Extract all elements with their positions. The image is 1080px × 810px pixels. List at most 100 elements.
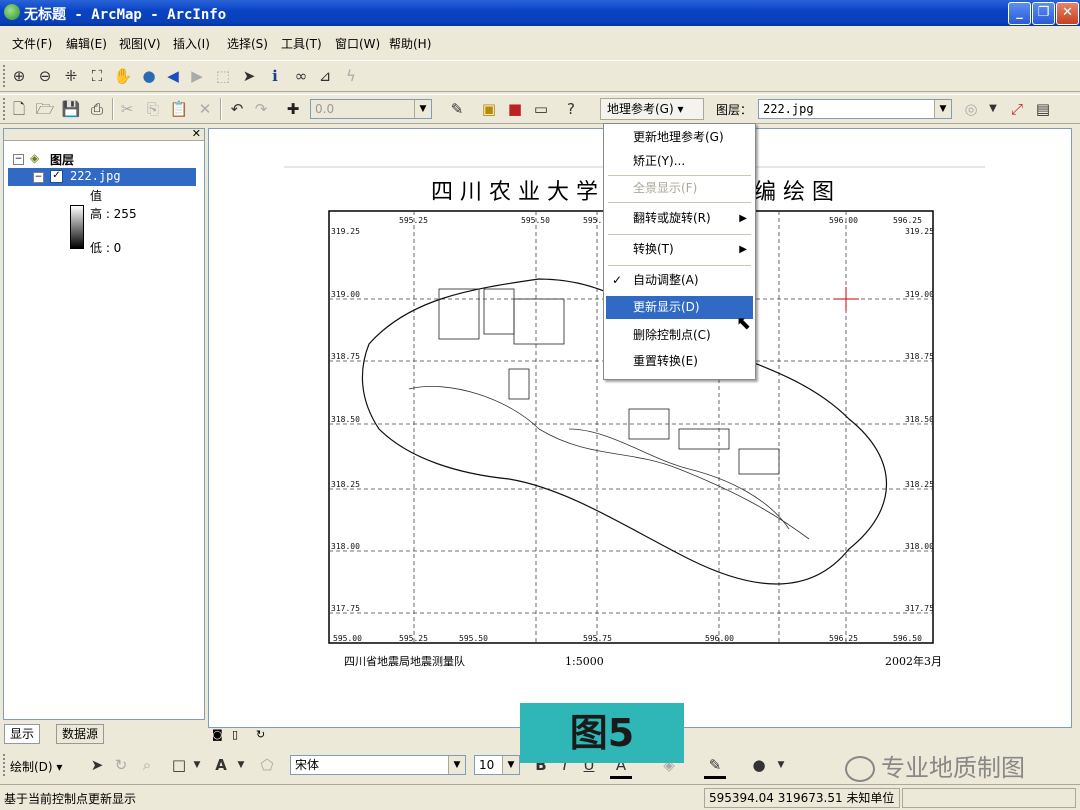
x-tick-bottom: 595.25: [399, 634, 428, 643]
pan-hand-icon[interactable]: ✋: [112, 65, 134, 87]
x-tick-bottom: 595.00: [333, 634, 362, 643]
checkmark-icon: ✓: [612, 273, 623, 287]
title-bar: 无标题 - ArcMap - ArcInfo _ ❐ ✕: [0, 0, 1080, 26]
menu-delete-control-points[interactable]: 删除控制点(C): [606, 324, 753, 347]
zoom-in-icon[interactable]: ⊕: [8, 65, 30, 87]
menu-help[interactable]: 帮助(H): [389, 35, 431, 52]
y-tick-right: 317.75: [905, 604, 934, 613]
watermark-text: 专业地质制图: [881, 754, 1025, 782]
menu-insert[interactable]: 插入(I): [173, 35, 210, 52]
menu-update-georeferencing[interactable]: 更新地理参考(G): [606, 126, 753, 149]
menu-flip-or-rotate[interactable]: 翻转或旋转(R) ▶: [606, 207, 753, 230]
delete-icon[interactable]: ✕: [194, 98, 216, 120]
rotate-element-icon[interactable]: ↻: [110, 754, 132, 776]
editor-pencil-icon[interactable]: ✎: [446, 98, 468, 120]
y-tick-right: 319.00: [905, 290, 934, 299]
georeferencing-menu-button[interactable]: 地理参考(G) ▾: [600, 98, 704, 120]
select-elements-icon[interactable]: ➤: [86, 754, 108, 776]
chevron-down-icon[interactable]: ▼: [186, 754, 208, 776]
draw-menu-button[interactable]: 绘制(D) ▾: [10, 758, 62, 775]
maximize-button[interactable]: ❐: [1032, 2, 1055, 25]
collapse-icon[interactable]: −: [13, 154, 24, 165]
identify-icon[interactable]: ℹ: [264, 65, 286, 87]
data-view-button[interactable]: ◙: [212, 728, 223, 748]
line-color-icon[interactable]: ✎: [704, 754, 726, 779]
collapse-icon[interactable]: −: [33, 172, 44, 183]
y-tick: 319.25: [331, 227, 360, 236]
menu-edit[interactable]: 编辑(E): [66, 35, 107, 52]
menu-file[interactable]: 文件(F): [12, 35, 52, 52]
menu-item-label: 翻转或旋转(R): [633, 211, 711, 225]
paste-icon[interactable]: 📋: [168, 98, 190, 120]
window-title: 无标题 - ArcMap - ArcInfo: [24, 7, 227, 23]
menu-separator: [608, 175, 751, 176]
view-link-table-icon[interactable]: ▤: [1032, 98, 1054, 120]
undo-icon[interactable]: ↶: [226, 98, 248, 120]
minimize-button[interactable]: _: [1008, 2, 1031, 25]
menu-item-label: 重置转换(E): [633, 354, 698, 368]
back-arrow-icon[interactable]: ◀: [162, 65, 184, 87]
full-extent-globe-icon[interactable]: ●: [138, 65, 160, 87]
map-footer-date: 2002年3月: [885, 654, 942, 668]
tab-source[interactable]: 数据源: [56, 724, 105, 744]
rotate-icon[interactable]: ◎: [960, 98, 982, 120]
menu-item-label: 转换(T): [633, 242, 674, 256]
chevron-down-icon: ▼: [414, 100, 431, 118]
fixed-zoom-out-icon[interactable]: ⛶: [86, 65, 108, 87]
arctoolbox-icon[interactable]: ■: [504, 98, 526, 120]
toc-root-label[interactable]: 图层: [50, 151, 74, 168]
menu-fit-to-display: 全景显示(F): [606, 177, 753, 200]
layer-visibility-checkbox[interactable]: ✓: [50, 170, 63, 183]
menu-view[interactable]: 视图(V): [119, 35, 161, 52]
redo-icon[interactable]: ↷: [250, 98, 272, 120]
save-icon[interactable]: 💾: [60, 98, 82, 120]
chevron-down-icon[interactable]: ▼: [770, 754, 792, 776]
menu-item-label: 全景显示(F): [633, 181, 698, 195]
copy-icon[interactable]: ⎘: [142, 98, 164, 120]
hyperlink-lightning-icon[interactable]: ϟ: [340, 65, 362, 87]
refresh-button[interactable]: ↻: [256, 728, 265, 748]
zoom-out-icon[interactable]: ⊖: [34, 65, 56, 87]
edit-vertices-icon[interactable]: ⬠: [256, 754, 278, 776]
open-folder-icon[interactable]: 🗁: [34, 98, 56, 120]
layer-select[interactable]: 222.jpg ▼: [758, 99, 952, 119]
menu-rectify[interactable]: 矫正(Y)...: [606, 150, 753, 173]
tab-display[interactable]: 显示: [4, 724, 41, 744]
menu-tools[interactable]: 工具(T): [281, 35, 322, 52]
print-icon[interactable]: ⎙: [86, 98, 108, 120]
chevron-down-icon[interactable]: ▼: [982, 98, 1004, 120]
georeferencing-dropdown: 更新地理参考(G) 矫正(Y)... 全景显示(F) 翻转或旋转(R) ▶ 转换(…: [603, 123, 756, 380]
close-icon[interactable]: ✕: [192, 127, 201, 140]
add-data-icon[interactable]: ✚: [282, 98, 304, 120]
new-document-icon[interactable]: 🗋: [8, 98, 30, 120]
y-tick: 318.00: [331, 542, 360, 551]
whats-this-help-icon[interactable]: ?: [560, 98, 582, 120]
chevron-down-icon[interactable]: ▼: [230, 754, 252, 776]
marker-color-icon[interactable]: ●: [748, 754, 770, 776]
add-control-points-icon[interactable]: ⤢: [1006, 98, 1028, 120]
menu-window[interactable]: 窗口(W): [335, 35, 380, 52]
map-scale-combo[interactable]: 0.0 ▼: [310, 99, 432, 119]
font-size-select[interactable]: 10 ▼: [474, 755, 520, 775]
fixed-zoom-in-icon[interactable]: ⁜: [60, 65, 82, 87]
measure-icon[interactable]: ⊿: [314, 65, 336, 87]
menu-update-display[interactable]: 更新显示(D): [606, 296, 753, 319]
map-footer-scale: 1:5000: [565, 655, 604, 668]
menu-reset-transformation[interactable]: 重置转换(E): [606, 350, 753, 373]
forward-arrow-icon[interactable]: ▶: [186, 65, 208, 87]
select-features-icon[interactable]: ⬚: [212, 65, 234, 87]
command-line-icon[interactable]: ▭: [530, 98, 552, 120]
text-tool-icon[interactable]: A: [210, 754, 232, 776]
menu-transformation[interactable]: 转换(T) ▶: [606, 238, 753, 261]
layout-view-button[interactable]: ▯: [232, 728, 238, 748]
close-button[interactable]: ✕: [1056, 2, 1079, 25]
select-elements-icon[interactable]: ➤: [238, 65, 260, 87]
menu-auto-adjust[interactable]: ✓ 自动调整(A): [606, 269, 753, 292]
arccatalog-icon[interactable]: ▣: [478, 98, 500, 120]
cut-icon[interactable]: ✂: [116, 98, 138, 120]
menu-selection[interactable]: 选择(S): [227, 35, 268, 52]
zoom-whole-page-icon[interactable]: ⌕: [136, 754, 158, 776]
font-select[interactable]: 宋体 ▼: [290, 755, 466, 775]
find-binoculars-icon[interactable]: ∞: [290, 65, 312, 87]
layer-name[interactable]: 222.jpg: [70, 169, 121, 183]
